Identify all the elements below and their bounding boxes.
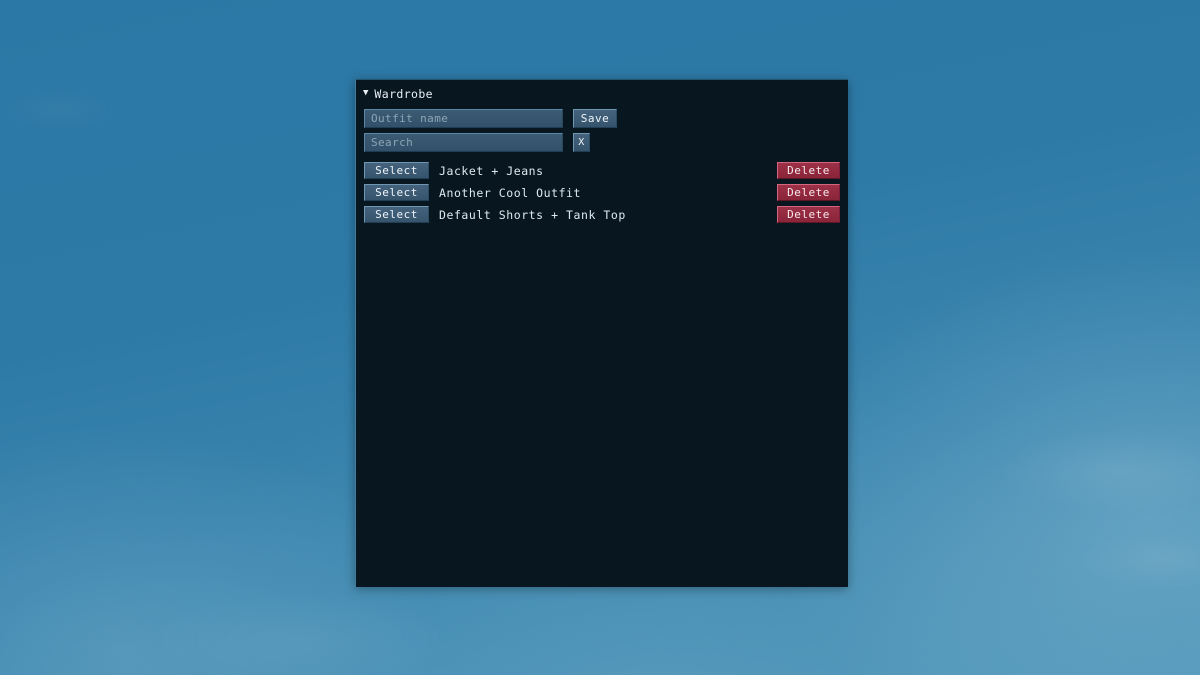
- page-title: Wardrobe: [374, 87, 434, 101]
- clear-search-button[interactable]: X: [573, 133, 590, 152]
- panel-body: Save X Select Jacket + Jeans Delete Sele…: [356, 103, 848, 223]
- save-button[interactable]: Save: [573, 109, 617, 128]
- outfit-list: Select Jacket + Jeans Delete Select Anot…: [364, 162, 840, 223]
- panel-header[interactable]: ▼ Wardrobe: [356, 80, 848, 103]
- search-row: X: [364, 133, 840, 152]
- select-outfit-button[interactable]: Select: [364, 206, 429, 223]
- select-outfit-button[interactable]: Select: [364, 162, 429, 179]
- select-outfit-button[interactable]: Select: [364, 184, 429, 201]
- delete-outfit-button[interactable]: Delete: [777, 184, 840, 201]
- outfit-name-label: Another Cool Outfit: [439, 185, 581, 200]
- outfit-name-label: Default Shorts + Tank Top: [439, 207, 626, 222]
- table-row: Select Default Shorts + Tank Top Delete: [364, 206, 840, 223]
- search-input[interactable]: [364, 133, 563, 152]
- outfit-name-input[interactable]: [364, 109, 563, 128]
- outfit-name-row: Save: [364, 109, 840, 128]
- wardrobe-panel: ▼ Wardrobe Save X Select Jacket + Jeans …: [355, 79, 848, 587]
- table-row: Select Jacket + Jeans Delete: [364, 162, 840, 179]
- delete-outfit-button[interactable]: Delete: [777, 206, 840, 223]
- delete-outfit-button[interactable]: Delete: [777, 162, 840, 179]
- table-row: Select Another Cool Outfit Delete: [364, 184, 840, 201]
- triangle-down-icon[interactable]: ▼: [363, 88, 368, 98]
- outfit-name-label: Jacket + Jeans: [439, 163, 544, 178]
